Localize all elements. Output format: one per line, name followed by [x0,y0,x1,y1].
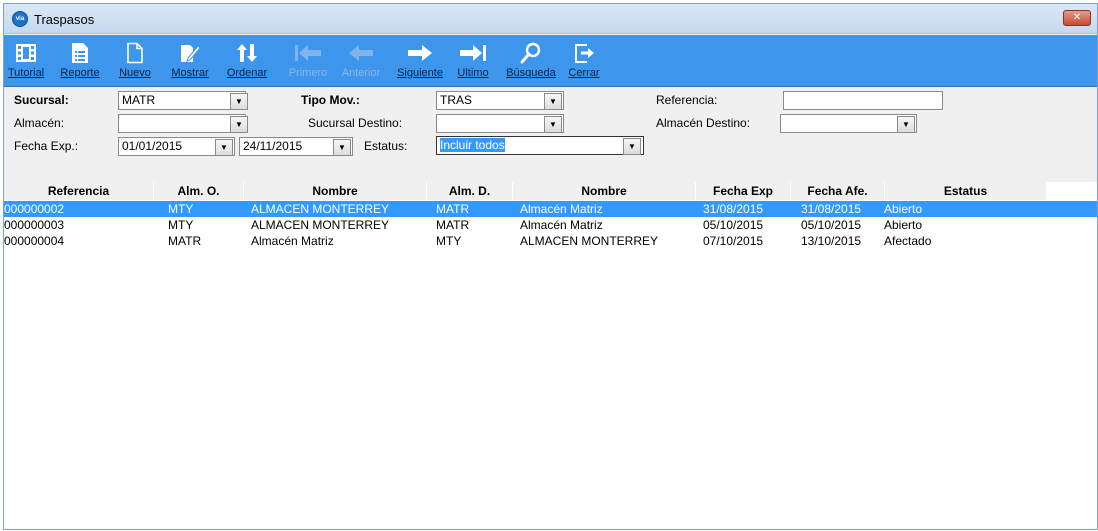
col-estatus[interactable]: Estatus [885,182,1047,200]
tutorial-label: Tutorial [7,67,45,79]
fecha-exp-label: Fecha Exp.: [14,139,79,153]
fecha-hasta-dropdown-button[interactable]: ▼ [333,139,351,156]
cell-nombre-destino: Almacén Matriz [520,202,603,216]
report-icon [72,43,88,63]
sucursal-select[interactable]: MATR [118,91,246,110]
cell-fecha-exp: 07/10/2015 [703,234,764,248]
show-label: Mostrar [171,67,209,79]
first-icon [295,45,321,61]
first-button[interactable]: Primero [283,35,333,87]
search-label: Búsqueda [506,67,556,79]
cell-referencia: 000000003 [4,218,65,232]
col-nombre-origen[interactable]: Nombre [244,182,427,200]
sort-icon [237,44,257,62]
new-document-icon [127,42,143,64]
cell-estatus: Abierto [884,202,923,216]
tutorial-button[interactable]: Tutorial [6,35,46,87]
search-icon [520,42,541,64]
almacen-label: Almacén: [14,116,65,130]
sort-button[interactable]: Ordenar [221,35,273,87]
edit-icon [181,45,201,62]
cell-fecha-afe: 13/10/2015 [801,234,862,248]
cell-estatus: Afectado [884,234,932,248]
cell-alm-destino: MTY [436,234,462,248]
search-button[interactable]: Búsqueda [501,35,561,87]
report-button[interactable]: Reporte [54,35,106,87]
estatus-dropdown-button[interactable]: ▼ [623,138,641,155]
fecha-desde-dropdown-button[interactable]: ▼ [215,139,233,156]
report-label: Reporte [60,67,100,79]
previous-button[interactable]: Anterior [335,35,387,87]
last-label: Ultimo [457,67,489,79]
cell-alm-origen: MATR [168,234,202,248]
cell-fecha-exp: 05/10/2015 [703,218,764,232]
sort-label: Ordenar [226,67,268,79]
cell-estatus: Abierto [884,218,923,232]
tipo-mov-label: Tipo Mov.: [301,93,360,107]
table-row[interactable]: 000000002 MTY ALMACEN MONTERREY MATR Alm… [4,201,1097,217]
col-alm-origen[interactable]: Alm. O. [154,182,244,200]
cell-alm-destino: MATR [436,202,470,216]
app-logo-icon: vía [12,11,28,27]
new-label: Nuevo [119,67,151,79]
close-button[interactable]: Cerrar [561,35,607,87]
next-label: Siguiente [397,67,443,79]
cell-nombre-destino: ALMACEN MONTERREY [520,234,659,248]
table-row[interactable]: 000000004 MATR Almacén Matriz MTY ALMACE… [4,233,1097,249]
almacen-select[interactable] [118,114,246,133]
estatus-selected-value: Incluir todos [440,138,505,152]
estatus-label: Estatus: [364,139,408,153]
cell-alm-origen: MTY [168,202,194,216]
cell-alm-destino: MATR [436,218,470,232]
filter-panel: Sucursal: MATR ▼ Tipo Mov.: TRAS ▼ Refer… [4,88,1097,182]
cell-nombre-origen: ALMACEN MONTERREY [251,218,390,232]
film-icon [16,44,36,62]
cell-nombre-destino: Almacén Matriz [520,218,603,232]
traspasos-window: vía Traspasos ✕ Tutorial Reporte Nuevo M… [3,3,1098,530]
estatus-select[interactable]: Incluir todos [436,136,644,155]
cell-nombre-origen: ALMACEN MONTERREY [251,202,390,216]
last-button[interactable]: Ultimo [450,35,496,87]
close-label: Cerrar [568,67,600,79]
table-row[interactable]: 000000003 MTY ALMACEN MONTERREY MATR Alm… [4,217,1097,233]
new-button[interactable]: Nuevo [112,35,158,87]
show-button[interactable]: Mostrar [165,35,215,87]
last-icon [460,45,486,61]
tipo-mov-dropdown-button[interactable]: ▼ [544,93,562,110]
window-title: Traspasos [34,12,95,27]
next-icon [408,45,432,61]
sucursal-label: Sucursal: [14,93,69,107]
previous-icon [349,45,373,61]
first-label: Primero [288,67,328,79]
cell-nombre-origen: Almacén Matriz [251,234,334,248]
referencia-label: Referencia: [656,93,718,107]
almacen-destino-label: Almacén Destino: [656,116,751,130]
almacen-destino-dropdown-button[interactable]: ▼ [897,116,915,133]
col-alm-destino[interactable]: Alm. D. [427,182,513,200]
cell-alm-origen: MTY [168,218,194,232]
col-nombre-destino[interactable]: Nombre [513,182,696,200]
previous-label: Anterior [341,67,381,79]
cell-fecha-afe: 31/08/2015 [801,202,862,216]
next-button[interactable]: Siguiente [392,35,448,87]
exit-icon [575,44,594,63]
almacen-dropdown-button[interactable]: ▼ [230,116,248,133]
table-header: Referencia Alm. O. Nombre Alm. D. Nombre… [4,182,1097,200]
sucursal-dropdown-button[interactable]: ▼ [230,93,248,110]
close-window-button[interactable]: ✕ [1063,10,1091,26]
cell-referencia: 000000004 [4,234,65,248]
transfers-table: Referencia Alm. O. Nombre Alm. D. Nombre… [4,182,1097,529]
col-referencia[interactable]: Referencia [4,182,154,200]
cell-referencia: 000000002 [4,202,65,216]
sucursal-destino-label: Sucursal Destino: [308,116,403,130]
toolbar: Tutorial Reporte Nuevo Mostrar Ordenar P… [4,35,1097,87]
cell-fecha-exp: 31/08/2015 [703,202,764,216]
referencia-input[interactable] [783,91,943,110]
col-fecha-exp[interactable]: Fecha Exp [696,182,791,200]
cell-fecha-afe: 05/10/2015 [801,218,862,232]
title-bar[interactable]: vía Traspasos ✕ [4,4,1097,34]
sucursal-destino-dropdown-button[interactable]: ▼ [544,116,562,133]
col-fecha-afe[interactable]: Fecha Afe. [791,182,885,200]
